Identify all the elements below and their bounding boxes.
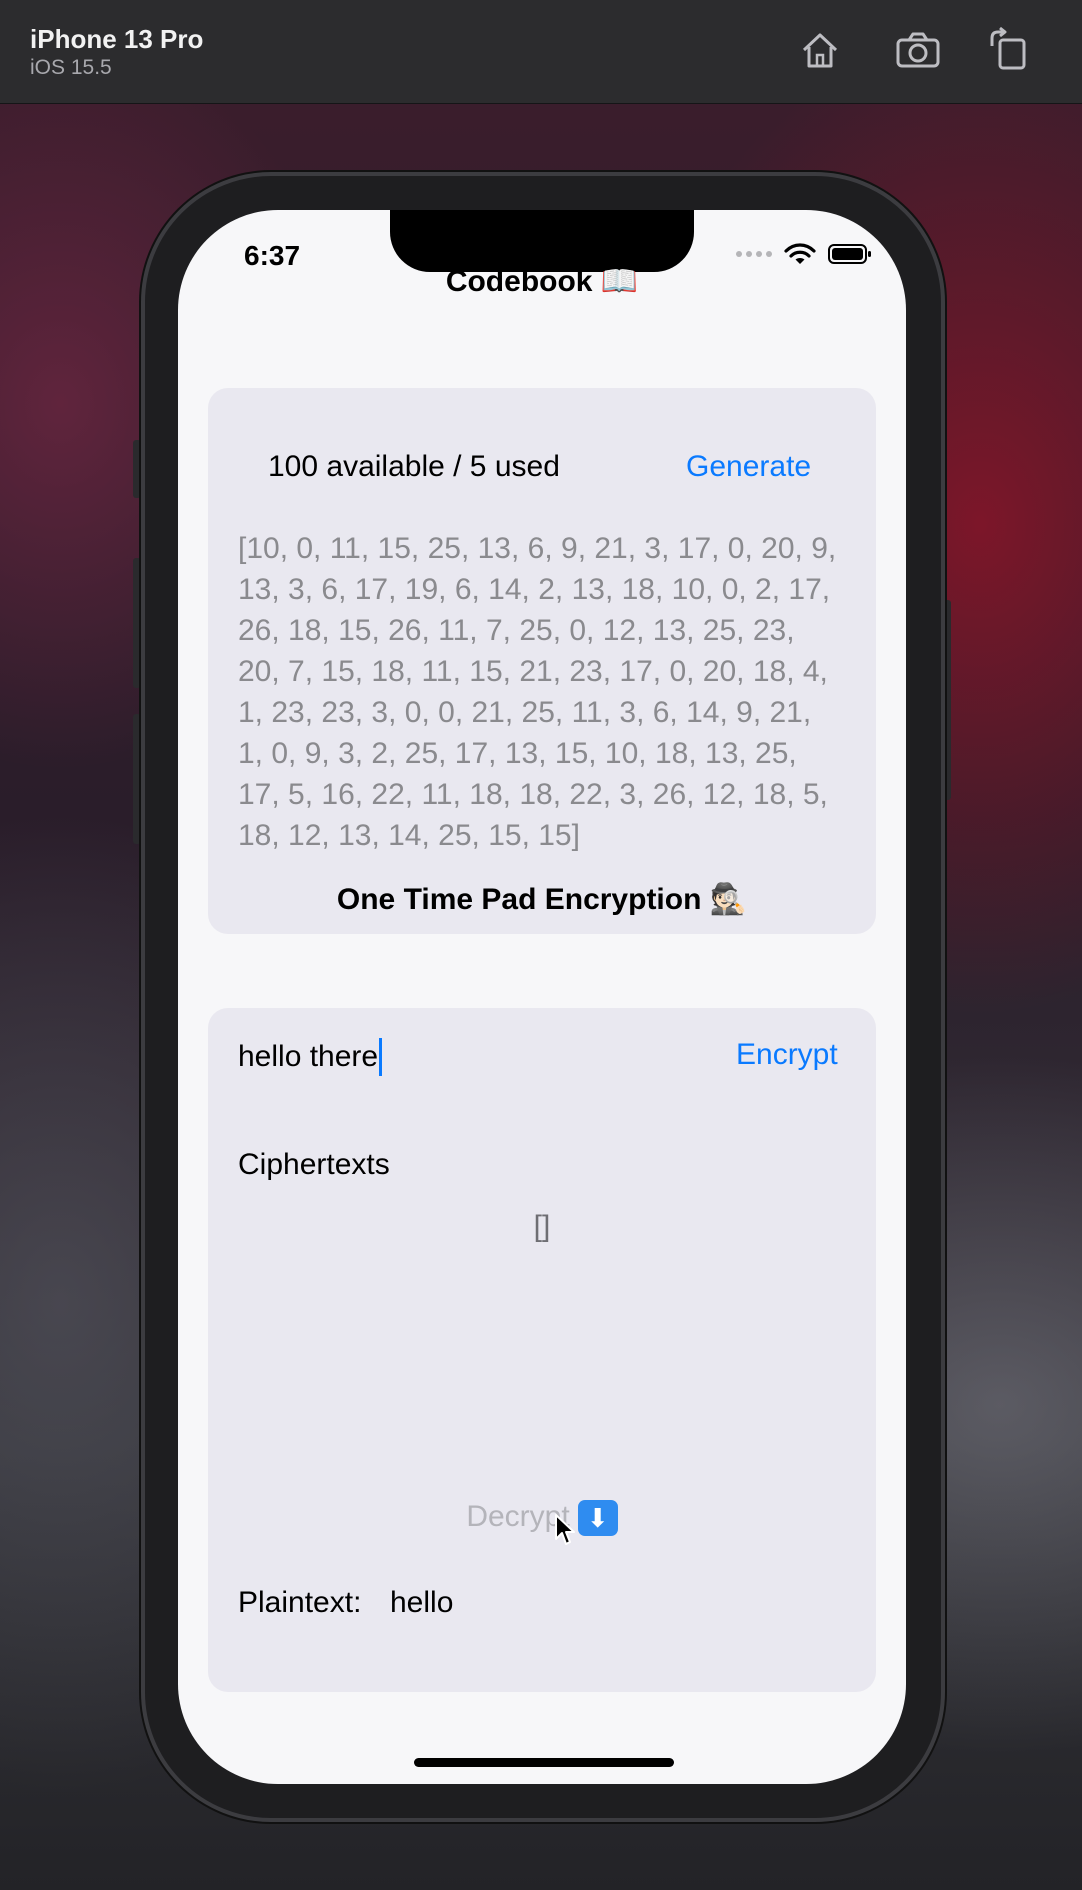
decrypt-button[interactable]: Decrypt ⬇: [208, 1500, 876, 1537]
battery-icon: [828, 244, 871, 264]
device-name: iPhone 13 Pro: [30, 24, 204, 54]
arrow-down-icon: ⬇: [577, 1500, 618, 1537]
volume-up-button: [133, 558, 141, 688]
notch: [390, 210, 694, 272]
codebook-title: Codebook 📖: [445, 265, 639, 298]
status-icons: [736, 242, 872, 266]
mouse-pointer-icon: [555, 1514, 575, 1545]
volume-down-button: [133, 714, 141, 844]
generate-button[interactable]: Generate: [686, 450, 811, 484]
signal-icon: [736, 251, 772, 257]
os-version: iOS 15.5: [30, 56, 112, 79]
codebook-count: 100 available / 5 used: [268, 450, 560, 483]
simulator-title-bar: iPhone 13 Pro iOS 15.5: [0, 0, 1082, 104]
silent-switch: [133, 440, 141, 498]
camera-icon[interactable]: [894, 26, 942, 74]
plaintext-input-value: hello there: [238, 1040, 379, 1073]
home-icon[interactable]: [796, 26, 844, 74]
plaintext-input[interactable]: hello there: [238, 1038, 383, 1076]
phone-screen: 6:37 Codebook 📖 100 available / 5 used G…: [178, 210, 906, 1784]
codebook-card: 100 available / 5 used Generate [10, 0, …: [208, 388, 876, 934]
text-caret: [379, 1038, 383, 1076]
rotate-icon[interactable]: [984, 26, 1032, 74]
otp-card: hello there Encrypt Ciphertexts [] Decry…: [208, 1008, 876, 1692]
otp-title: One Time Pad Encryption 🕵🏻: [336, 883, 748, 916]
codebook-values: [10, 0, 11, 15, 25, 13, 6, 9, 21, 3, 17,…: [238, 532, 837, 852]
ciphertexts-label: Ciphertexts: [238, 1148, 390, 1181]
wifi-icon: [784, 243, 816, 264]
plaintext-label: Plaintext:: [238, 1586, 362, 1619]
home-indicator: [414, 1758, 674, 1767]
ciphertexts-list: []: [533, 1210, 551, 1243]
encrypt-button[interactable]: Encrypt: [736, 1038, 838, 1072]
plaintext-output: hello: [390, 1586, 454, 1619]
